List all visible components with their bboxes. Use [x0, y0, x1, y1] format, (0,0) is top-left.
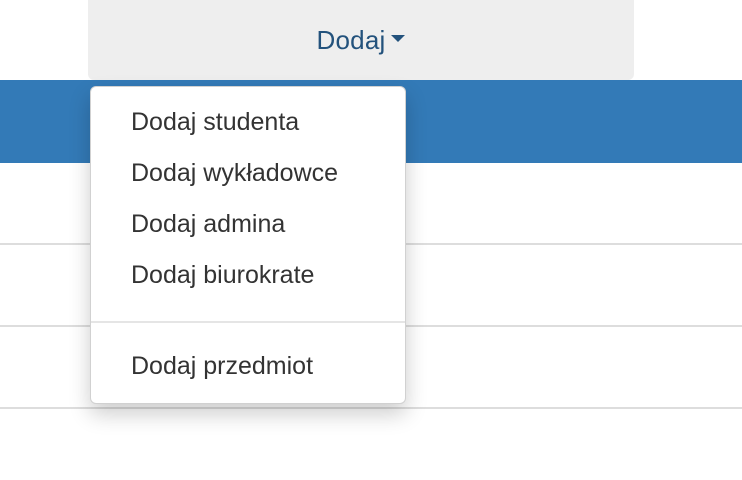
menu-item-add-bureaucrat[interactable]: Dodaj biurokrate	[91, 250, 405, 301]
menu-item-add-student[interactable]: Dodaj studenta	[91, 97, 405, 148]
page: Dodaj Dodaj studenta Dodaj wykładowce Do…	[0, 0, 742, 480]
menu-item-add-lecturer[interactable]: Dodaj wykładowce	[91, 148, 405, 199]
add-dropdown-label: Dodaj	[316, 24, 386, 55]
menu-divider	[91, 321, 405, 323]
menu-item-add-admin[interactable]: Dodaj admina	[91, 199, 405, 250]
add-dropdown-menu: Dodaj studenta Dodaj wykładowce Dodaj ad…	[90, 86, 406, 404]
add-dropdown-toggle[interactable]: Dodaj	[88, 0, 634, 80]
caret-down-icon	[391, 34, 406, 42]
menu-item-add-subject[interactable]: Dodaj przedmiot	[91, 341, 405, 392]
